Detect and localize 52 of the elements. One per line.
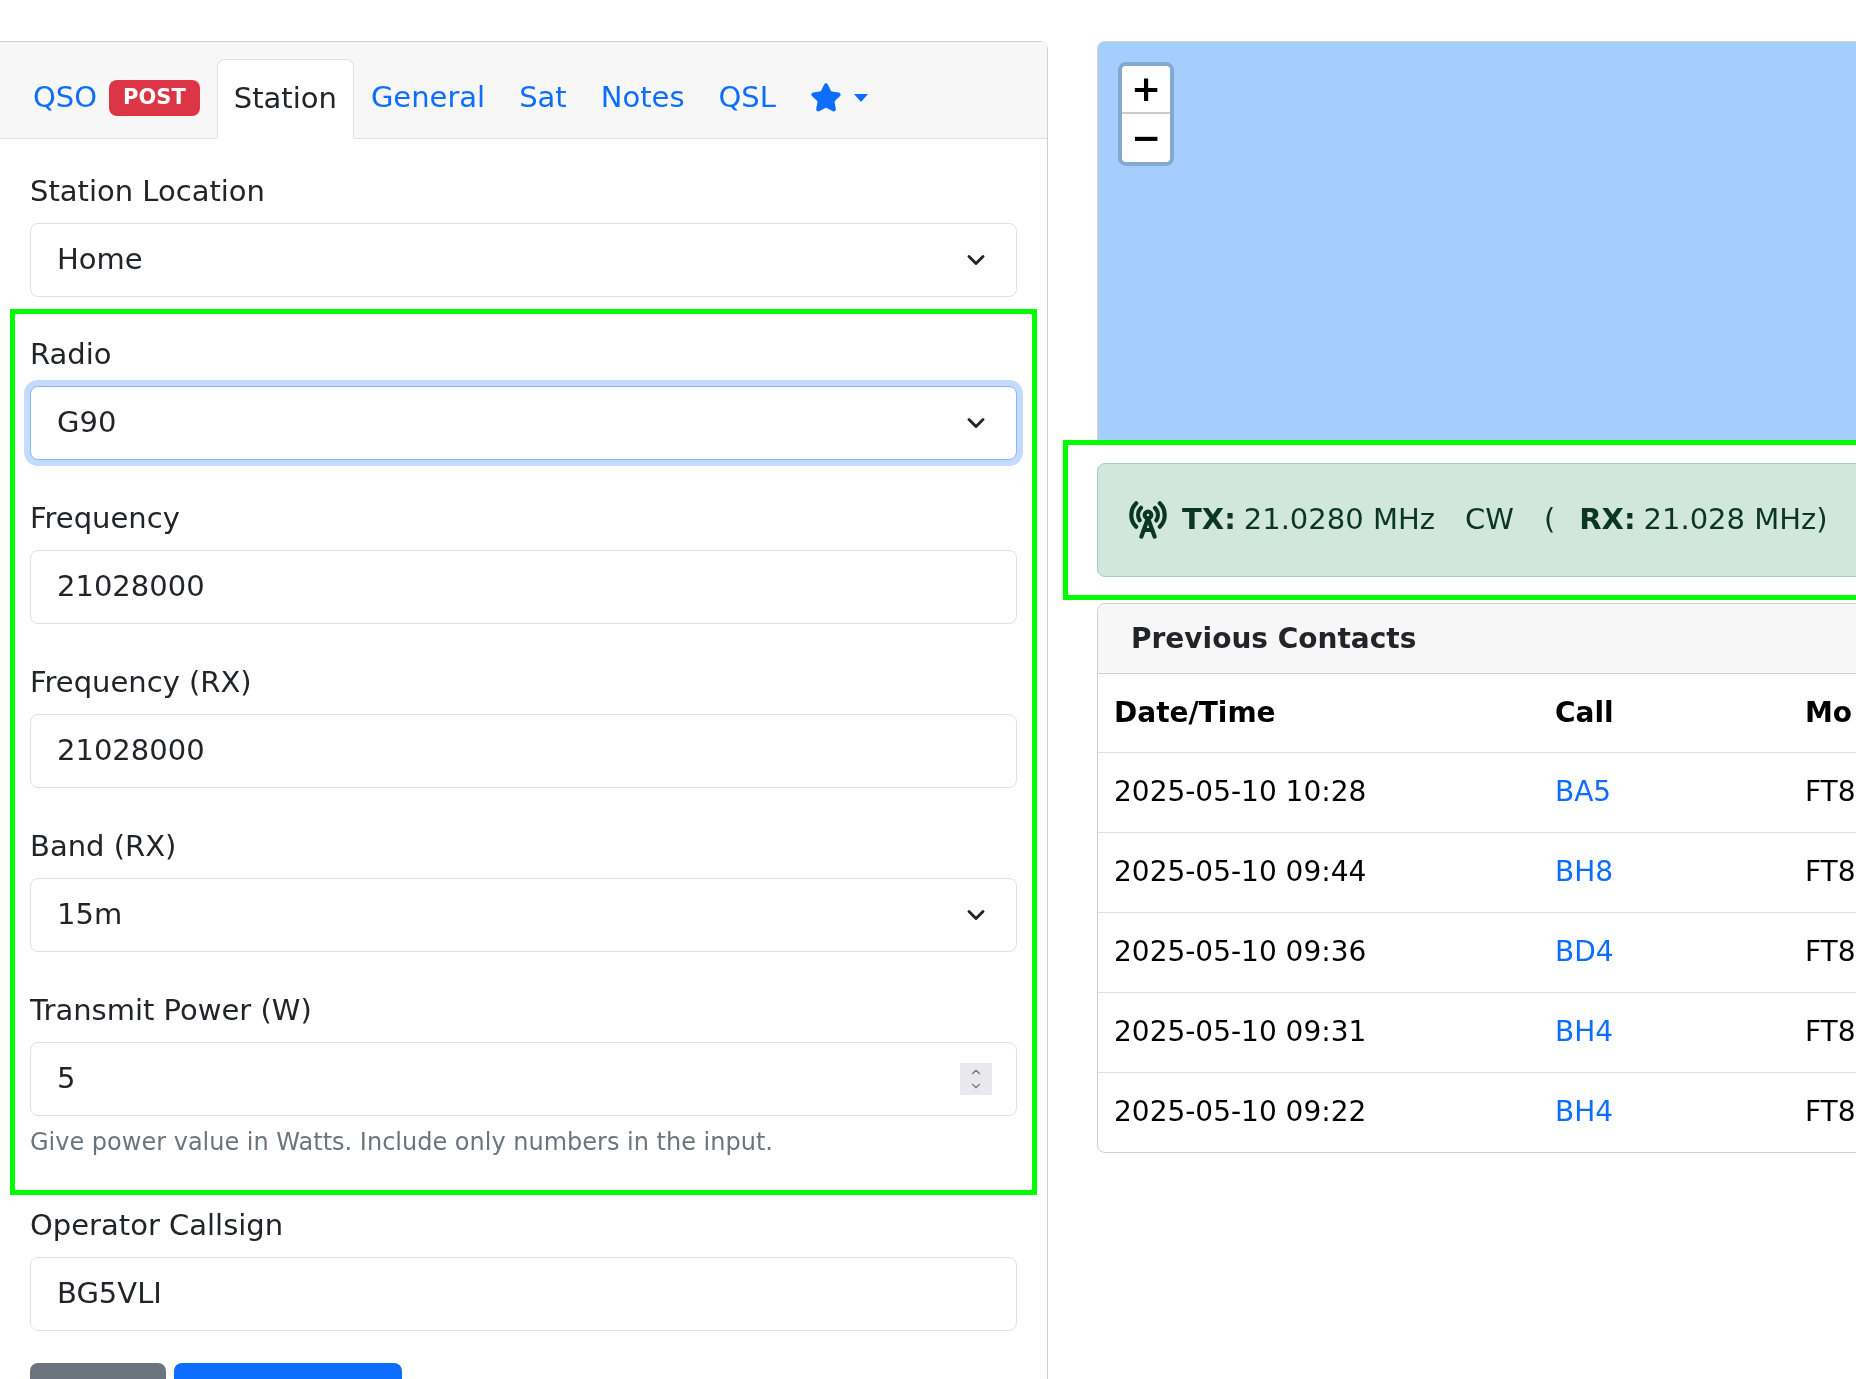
spinner-icon[interactable] [960,1063,992,1095]
table-cell: FT8 [1805,935,1856,968]
zoom-in-button[interactable]: + [1122,66,1170,114]
tx-label: TX: [1182,501,1236,539]
post-badge: POST [109,80,200,116]
column-header: Date/Time [1098,674,1539,752]
antenna-icon [1128,500,1168,540]
table-cell: 2025-05-10 09:31 [1114,1015,1367,1048]
callsign-link[interactable]: BH8 [1555,855,1614,888]
input-field[interactable]: 21028000 [30,714,1017,788]
tab[interactable]: QSL [701,58,793,138]
table-cell: 2025-05-10 09:22 [1114,1095,1367,1129]
mode-text: CW [1464,501,1514,539]
field-label: Transmit Power (W) [30,992,313,1028]
table-cell: FT8 [1805,1095,1856,1129]
star-icon [809,82,842,114]
field-label: Frequency (RX) [30,664,253,700]
tab[interactable]: QSO POST [16,58,217,138]
table-cell: 2025-05-10 09:36 [1114,935,1367,968]
tab[interactable]: Station [216,59,354,139]
rx-label: RX: [1579,501,1636,539]
field-label: Radio [30,336,113,372]
field-label: Band (RX) [30,828,178,864]
column-header: Call [1539,674,1789,752]
field-label: Frequency [30,500,181,536]
callsign-link[interactable]: BH4 [1555,1095,1614,1129]
callsign-link[interactable]: BH4 [1555,1015,1614,1048]
tx-frequency: 21.0280 MHz [1243,501,1435,539]
table-cell: 2025-05-10 10:28 [1114,775,1367,808]
tab[interactable]: Notes [583,58,702,138]
callsign-link[interactable]: BA5 [1555,775,1612,808]
number-field[interactable]: 5 [30,1042,1017,1116]
select-field[interactable]: Home [30,223,1017,297]
input-field[interactable]: BG5VLI [30,1257,1017,1331]
table-cell: FT8 [1805,855,1856,888]
field-label: Station Location [30,173,266,209]
paren-text: ( [1543,501,1556,539]
field-label: Operator Callsign [30,1207,285,1243]
zoom-out-button[interactable]: − [1122,114,1170,162]
tab[interactable]: Sat [502,58,584,138]
callsign-link[interactable]: BD4 [1555,935,1614,968]
help-text: Give power value in Watts. Include only numbers in the input. [30,1127,774,1158]
tab[interactable]: General [353,58,503,138]
card-title: Previous Contacts [1131,620,1417,657]
table-cell: FT8 [1805,775,1856,808]
table-cell: 2025-05-10 09:44 [1114,855,1367,888]
input-field[interactable]: 21028000 [30,550,1017,624]
caret-icon [853,94,868,102]
rx-frequency: 21.028 MHz) [1643,501,1828,539]
table-cell: FT8 [1805,1015,1856,1048]
column-header: Mo [1789,674,1856,752]
select-field[interactable]: 15m [30,878,1017,952]
